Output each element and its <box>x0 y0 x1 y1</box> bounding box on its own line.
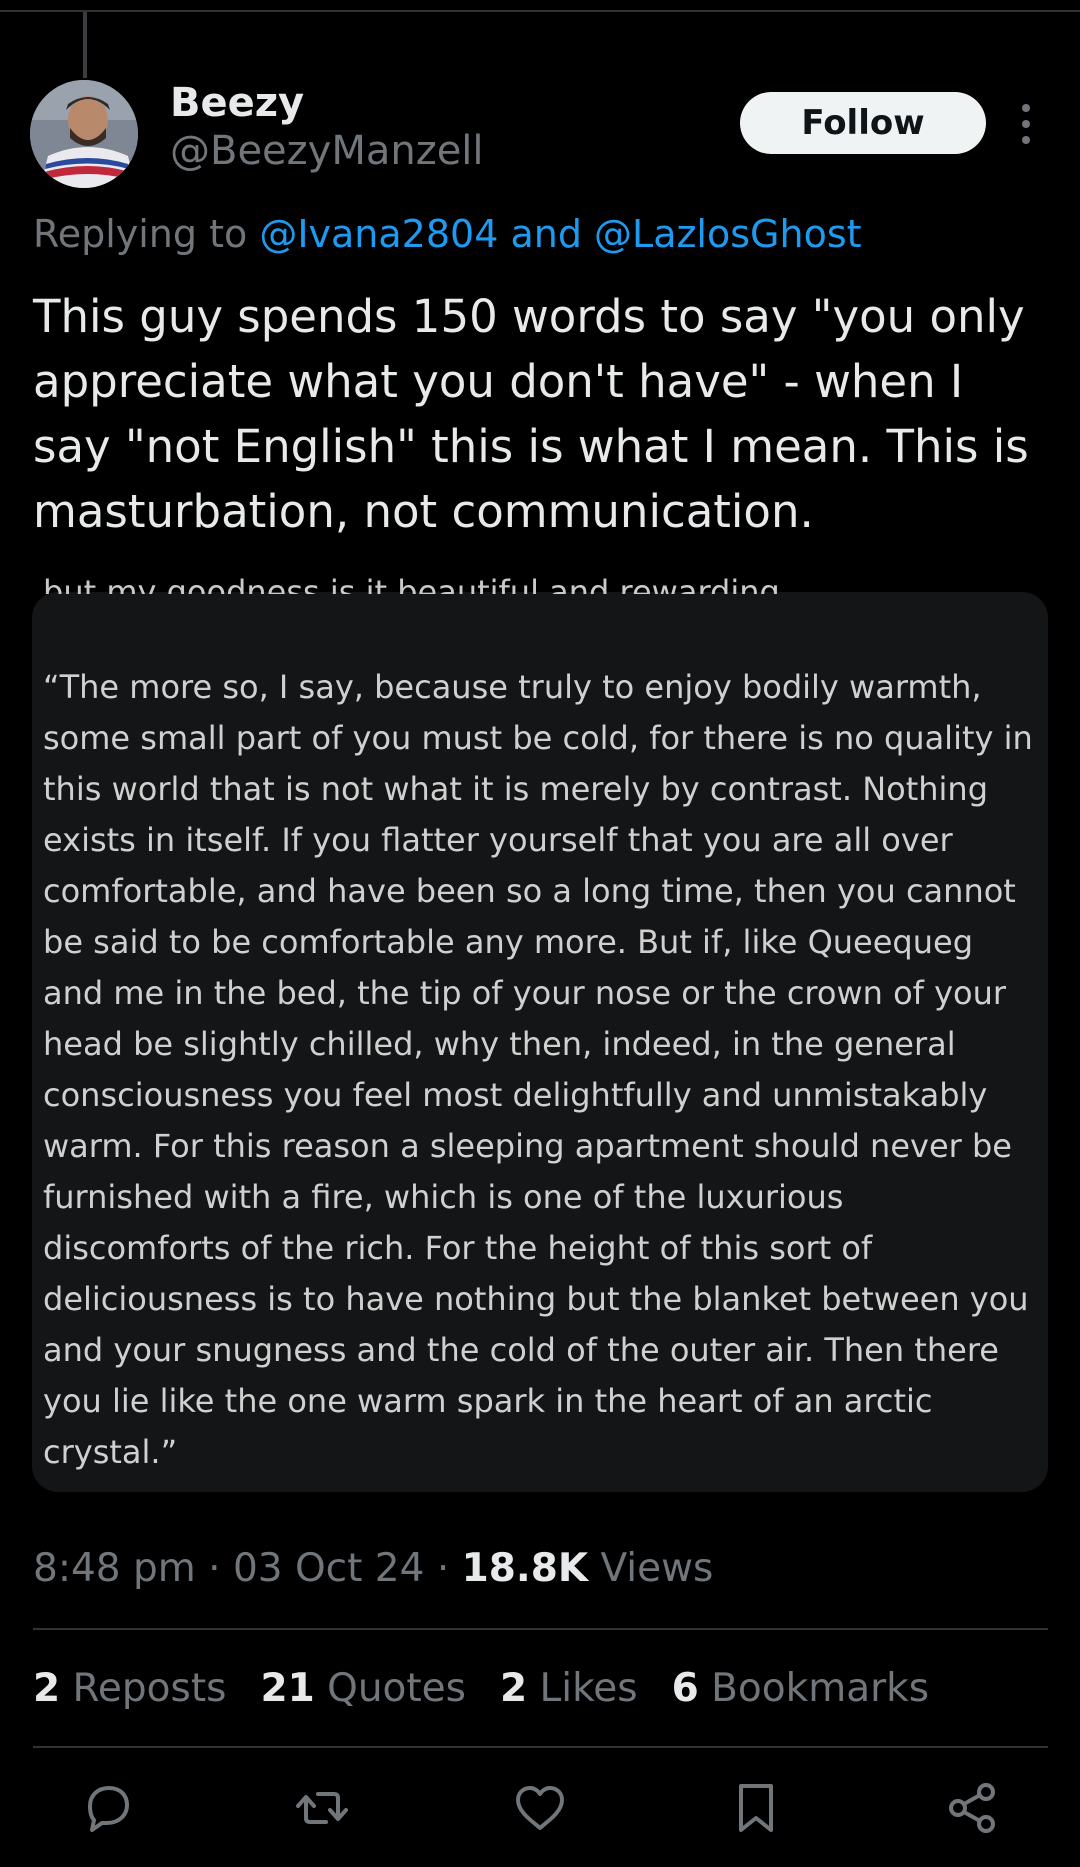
more-options-icon[interactable] <box>1010 100 1042 148</box>
mention-link[interactable]: @Ivana2804 <box>259 212 498 256</box>
like-icon[interactable] <box>512 1780 568 1836</box>
repost-icon[interactable] <box>294 1780 350 1836</box>
media-image[interactable]: but my goodness is it beautiful and rewa… <box>32 573 1048 1492</box>
reposts-stat[interactable]: 2 Reposts <box>33 1666 226 1711</box>
media-quote-text: “The more so, I say, because truly to en… <box>43 668 1033 1471</box>
bookmarks-count: 6 <box>671 1666 699 1711</box>
views-count[interactable]: 18.8K <box>462 1546 588 1591</box>
quotes-label: Quotes <box>314 1666 466 1711</box>
meta-separator: · <box>195 1546 233 1591</box>
mention-link[interactable]: @LazlosGhost <box>594 212 861 256</box>
tweet-time: 8:48 pm <box>33 1546 196 1591</box>
engagement-stats: 2 Reposts 21 Quotes 2 Likes 6 Bookmarks <box>33 1666 929 1711</box>
tweet-meta: 8:48 pm · 03 Oct 24 · 18.8K Views <box>33 1546 713 1591</box>
avatar[interactable] <box>30 80 138 188</box>
likes-stat[interactable]: 2 Likes <box>500 1666 638 1711</box>
tweet-text: This guy spends 150 words to say "you on… <box>33 290 1029 538</box>
bookmarks-label: Bookmarks <box>698 1666 930 1711</box>
tweet-date: 03 Oct 24 <box>232 1546 425 1591</box>
divider <box>33 1628 1048 1630</box>
likes-count: 2 <box>500 1666 528 1711</box>
bookmark-icon[interactable] <box>728 1780 784 1836</box>
divider <box>33 1746 1048 1748</box>
replying-to-conjunction: and <box>498 212 595 256</box>
share-icon[interactable] <box>944 1780 1000 1836</box>
meta-separator: · <box>424 1546 462 1591</box>
thread-connector-line <box>83 12 87 78</box>
reposts-count: 2 <box>33 1666 61 1711</box>
follow-button[interactable]: Follow <box>740 92 986 154</box>
replying-to-prefix: Replying to <box>33 212 260 256</box>
author-name[interactable]: Beezy <box>170 80 304 126</box>
quotes-stat[interactable]: 21 Quotes <box>260 1666 466 1711</box>
media-cropped-line: but my goodness is it beautiful and rewa… <box>43 573 790 594</box>
author-handle[interactable]: @BeezyManzell <box>170 128 484 174</box>
avatar-photo-icon <box>30 80 138 188</box>
action-bar <box>0 1780 1080 1840</box>
views-label: Views <box>588 1546 714 1591</box>
replying-to: Replying to @Ivana2804 and @LazlosGhost <box>33 212 862 256</box>
likes-label: Likes <box>527 1666 638 1711</box>
bookmarks-stat[interactable]: 6 Bookmarks <box>672 1666 929 1711</box>
top-divider <box>0 10 1080 12</box>
reply-icon[interactable] <box>80 1780 136 1836</box>
quotes-count: 21 <box>260 1666 315 1711</box>
reposts-label: Reposts <box>60 1666 227 1711</box>
